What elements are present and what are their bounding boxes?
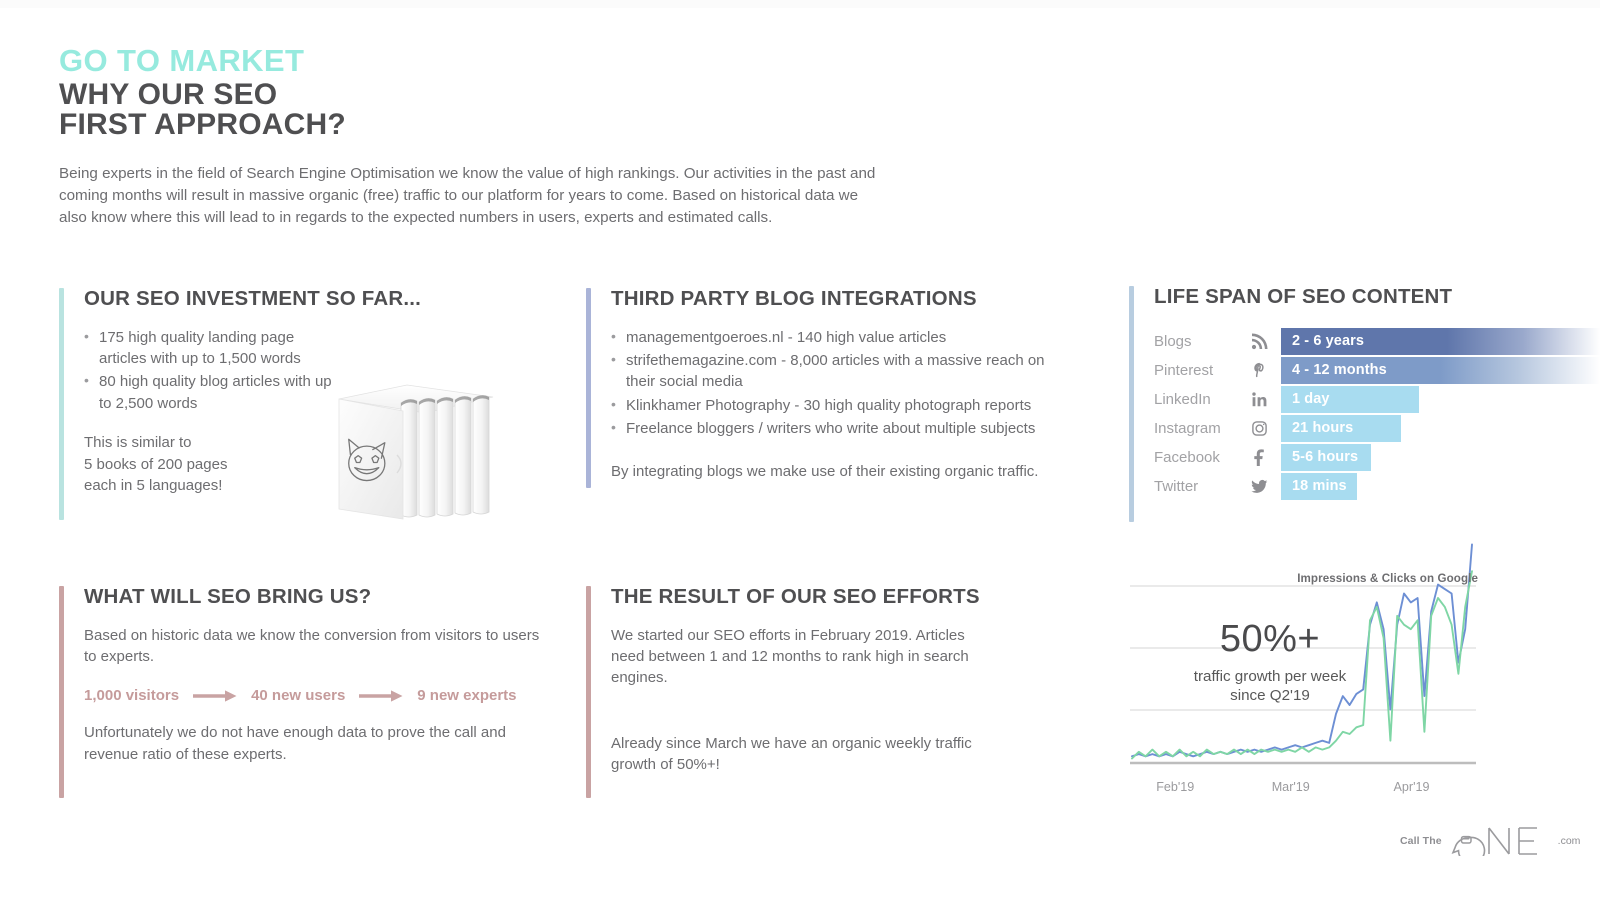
chart-x-tick-label: Feb'19 [1156, 780, 1195, 794]
chart-caption: Impressions & Clicks on Google [1297, 572, 1478, 585]
card-seo-benefits: WHAT WILL SEO BRING US? Based on histori… [59, 585, 559, 798]
conversion-funnel: 1,000 visitors 40 new users 9 new expert… [84, 687, 559, 704]
twitter-icon [1251, 478, 1281, 495]
accent-bar-periwinkle [586, 288, 591, 488]
list-item: managementgoeroes.nl - 140 high value ar… [611, 326, 1106, 348]
facebook-icon [1251, 448, 1281, 466]
line-chart-plot [1130, 543, 1476, 765]
card-title-result: THE RESULT OF OUR SEO EFFORTS [611, 585, 980, 608]
funnel-step-experts: 9 new experts [417, 687, 517, 705]
card-title-blogs: THIRD PARTY BLOG INTEGRATIONS [611, 287, 977, 310]
accent-bar-mint [59, 288, 64, 520]
lifespan-bar-value: 2 - 6 years [1281, 327, 1600, 355]
list-item: 80 high quality blog articles with up to… [84, 370, 334, 414]
pinterest-icon [1251, 362, 1281, 379]
logo-prefix-text: Call The [1400, 835, 1442, 847]
lifespan-row-linkedin: LinkedIn 1 day [1154, 385, 1600, 414]
page-title-line-2: FIRST APPROACH? [59, 108, 346, 142]
lifespan-bar-value: 21 hours [1281, 414, 1401, 442]
intro-line-2: coming months will result in massive org… [59, 187, 859, 205]
accent-bar-rose [59, 586, 64, 798]
lifespan-label: Instagram [1154, 419, 1221, 437]
lifespan-label: LinkedIn [1154, 390, 1211, 408]
funnel-step-visitors: 1,000 visitors [84, 687, 180, 705]
lifespan-label: Twitter [1154, 477, 1199, 495]
arrow-right-icon [193, 688, 237, 704]
card-blog-integrations: THIRD PARTY BLOG INTEGRATIONS management… [586, 287, 1106, 488]
lifespan-row-pinterest: Pinterest 4 - 12 months [1154, 356, 1600, 385]
slide-canvas: GO TO MARKET WHY OUR SEO FIRST APPROACH?… [0, 0, 1600, 900]
page-header: GO TO MARKET WHY OUR SEO FIRST APPROACH?… [59, 43, 1059, 229]
rss-icon [1251, 333, 1281, 350]
instagram-icon [1251, 420, 1281, 437]
intro-line-3: also know where this will lead to in reg… [59, 209, 773, 227]
list-item: 175 high quality landing page articles w… [84, 326, 334, 370]
accent-bar-blue [1129, 286, 1134, 522]
lifespan-row-blogs: Blogs 2 - 6 years [1154, 327, 1600, 356]
list-item: Freelance bloggers / writers who write a… [611, 417, 1106, 439]
lifespan-bar-value: 18 mins [1281, 472, 1357, 500]
accent-bar-rose [586, 586, 591, 798]
chart-x-tick-label: Apr'19 [1393, 780, 1430, 794]
logo-suffix-text: .com [1557, 835, 1581, 847]
card-title-lifespan: LIFE SPAN OF SEO CONTENT [1154, 285, 1453, 308]
linkedin-icon [1251, 391, 1281, 408]
books-box-set-illustration [325, 363, 500, 528]
logo-wordmark-one [1451, 827, 1537, 856]
lifespan-bar-value: 5-6 hours [1281, 443, 1371, 471]
chart-x-tick-label: Mar'19 [1271, 780, 1310, 794]
intro-line-1: Being experts in the field of Search Eng… [59, 165, 876, 183]
card-title-investment: OUR SEO INVESTMENT SO FAR... [84, 287, 422, 310]
arrow-right-icon [359, 688, 403, 704]
blogs-footer-text: By integrating blogs we make use of thei… [611, 462, 1039, 480]
list-item: strifethemagazine.com - 8,000 articles w… [611, 349, 1061, 393]
page-title: WHY OUR SEO FIRST APPROACH? [59, 77, 1059, 142]
list-item: Klinkhamer Photography - 30 high quality… [611, 394, 1106, 416]
funnel-step-users: 40 new users [251, 687, 346, 705]
blogs-bullet-list: managementgoeroes.nl - 140 high value ar… [611, 326, 1106, 440]
lifespan-label: Blogs [1154, 332, 1192, 350]
lifespan-label: Facebook [1154, 448, 1220, 466]
bring-footer-text: Unfortunately we do not have enough data… [84, 724, 506, 763]
card-title-bring: WHAT WILL SEO BRING US? [84, 585, 372, 608]
lifespan-row-twitter: Twitter 18 mins [1154, 472, 1600, 501]
lifespan-bar-chart: Blogs 2 - 6 years Pinterest 4 - 12 month… [1154, 327, 1600, 501]
eyebrow-label: GO TO MARKET [59, 43, 305, 78]
lifespan-label: Pinterest [1154, 361, 1214, 379]
card-lifespan-chart: LIFE SPAN OF SEO CONTENT Blogs 2 - 6 yea… [1129, 285, 1600, 522]
intro-paragraph: Being experts in the field of Search Eng… [59, 163, 949, 229]
lifespan-row-instagram: Instagram 21 hours [1154, 414, 1600, 443]
lifespan-bar-value: 4 - 12 months [1281, 356, 1600, 384]
traffic-line-chart: Impressions & Clicks on Google 50%+ traf… [1128, 528, 1478, 808]
lifespan-row-facebook: Facebook 5-6 hours [1154, 443, 1600, 472]
page-title-line-1: WHY OUR SEO [59, 77, 278, 111]
brand-logo: Call The .com [1400, 826, 1580, 856]
chart-x-axis: Feb'19 Mar'19 Apr'19 [1128, 780, 1478, 800]
result-paragraph-1: We started our SEO efforts in February 2… [611, 626, 969, 687]
card-seo-result: THE RESULT OF OUR SEO EFFORTS We started… [586, 585, 1056, 798]
result-paragraph-2: Already since March we have an organic w… [611, 734, 972, 774]
lifespan-bar-value: 1 day [1281, 385, 1419, 413]
ghost-artifact [0, 0, 1600, 8]
bring-intro-text: Based on historic data we know the conve… [84, 626, 540, 665]
